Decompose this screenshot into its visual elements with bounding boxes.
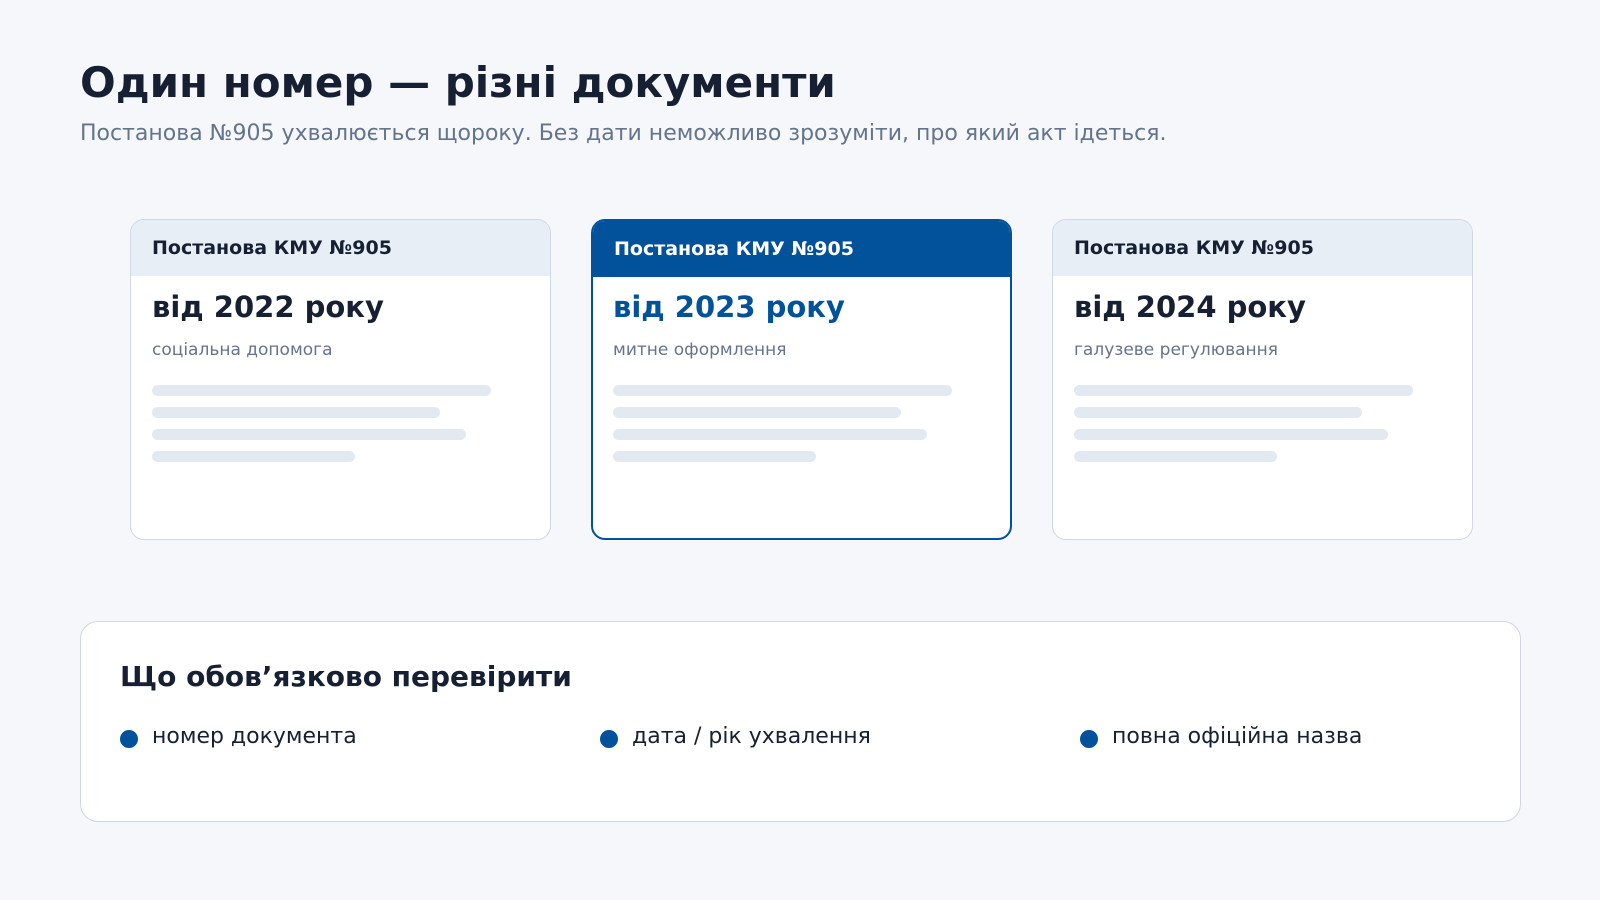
checklist-item-title: повна офіційна назва: [1080, 724, 1362, 749]
card-category: митне оформлення: [613, 340, 787, 360]
placeholder-line: [1074, 385, 1413, 396]
placeholder-line: [152, 407, 440, 418]
bullet-icon: [120, 730, 138, 748]
placeholder-line: [152, 429, 466, 440]
page-subtitle: Постанова №905 ухвалюється щороку. Без д…: [80, 121, 1167, 146]
card-year: від 2024 року: [1074, 290, 1306, 324]
checklist-item-label: дата / рік ухвалення: [632, 724, 871, 749]
verification-checklist: Що обов’язково перевірити номер документ…: [80, 621, 1521, 822]
placeholder-line: [1074, 451, 1277, 462]
checklist-title: Що обов’язково перевірити: [120, 660, 572, 693]
placeholder-line: [1074, 407, 1362, 418]
placeholder-line: [152, 385, 491, 396]
placeholder-line: [613, 451, 816, 462]
bullet-icon: [1080, 730, 1098, 748]
card-year: від 2023 року: [613, 290, 845, 324]
card-header: Постанова КМУ №905: [131, 220, 550, 276]
document-card-2023[interactable]: Постанова КМУ №905 від 2023 року митне о…: [591, 219, 1012, 540]
text-placeholder-lines: [1074, 385, 1413, 473]
card-category: галузеве регулювання: [1074, 340, 1278, 360]
page-title: Один номер — різні документи: [80, 58, 836, 107]
text-placeholder-lines: [152, 385, 491, 473]
card-header: Постанова КМУ №905: [593, 221, 1010, 277]
document-cards: Постанова КМУ №905 від 2022 року соціаль…: [130, 219, 1473, 540]
document-card-2024[interactable]: Постанова КМУ №905 від 2024 року галузев…: [1052, 219, 1473, 540]
card-category: соціальна допомога: [152, 340, 333, 360]
card-header: Постанова КМУ №905: [1053, 220, 1472, 276]
text-placeholder-lines: [613, 385, 952, 473]
document-card-2022[interactable]: Постанова КМУ №905 від 2022 року соціаль…: [130, 219, 551, 540]
placeholder-line: [152, 451, 355, 462]
placeholder-line: [1074, 429, 1388, 440]
placeholder-line: [613, 407, 901, 418]
checklist-item-date: дата / рік ухвалення: [600, 724, 871, 749]
checklist-item-number: номер документа: [120, 724, 357, 749]
checklist-item-label: повна офіційна назва: [1112, 724, 1363, 749]
bullet-icon: [600, 730, 618, 748]
card-year: від 2022 року: [152, 290, 384, 324]
checklist-item-label: номер документа: [152, 724, 357, 749]
placeholder-line: [613, 429, 927, 440]
placeholder-line: [613, 385, 952, 396]
